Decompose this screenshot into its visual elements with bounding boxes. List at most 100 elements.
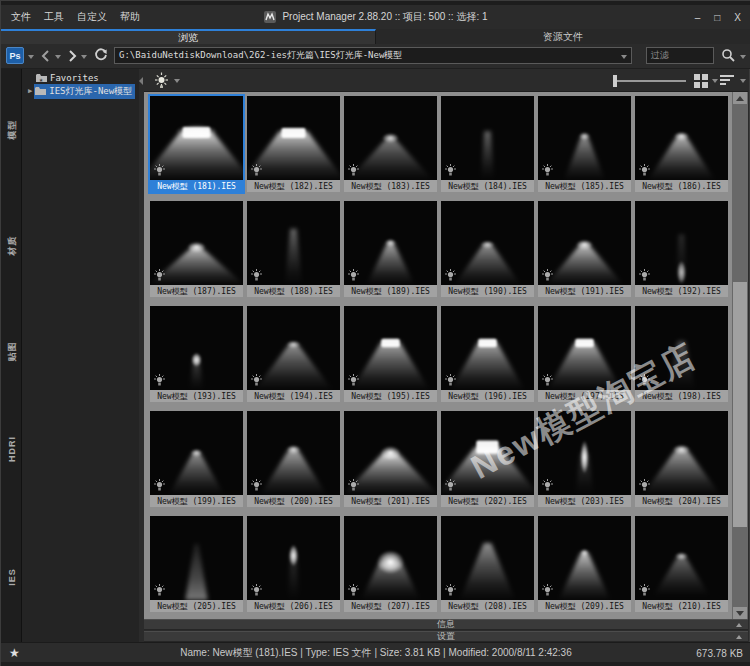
light-render-mode-icon[interactable]	[153, 72, 170, 89]
ies-preview-image	[247, 516, 340, 600]
sidebar-tab-贴图[interactable]: 贴图	[1, 331, 22, 371]
window-title: Project Manager 2.88.20 :: 项目: 500 :: 选择…	[282, 10, 487, 24]
ies-preview-image	[538, 411, 631, 495]
info-panel-bar[interactable]: 信息	[144, 619, 748, 630]
grid-item[interactable]: New模型 (192).IES	[635, 201, 732, 306]
grid-item[interactable]: New模型 (202).IES	[441, 411, 538, 516]
gallery-scrollbar[interactable]	[732, 92, 748, 619]
grid-item-label: New模型 (205).IES	[150, 600, 243, 612]
menu-item-1[interactable]: 工具	[44, 10, 64, 24]
back-dropdown-arrow[interactable]	[55, 55, 61, 59]
grid-item-label: New模型 (187).IES	[150, 285, 243, 297]
expand-arrow-icon[interactable]: ▶	[28, 87, 32, 95]
sidebar-tab-模型[interactable]: 模型	[1, 109, 22, 149]
grid-item[interactable]: New模型 (184).IES	[441, 96, 538, 201]
grid-item[interactable]: New模型 (207).IES	[344, 516, 441, 619]
grid-item[interactable]: New模型 (194).IES	[247, 306, 344, 411]
filter-input[interactable]: 过滤	[646, 47, 714, 64]
grid-item-label: New模型 (201).IES	[344, 495, 437, 507]
tab-resources[interactable]: 资源文件	[376, 29, 750, 44]
grid-item[interactable]: New模型 (203).IES	[538, 411, 635, 516]
thumbnail-size-slider-track[interactable]	[616, 80, 686, 82]
ies-type-icon	[153, 479, 166, 492]
grid-item[interactable]: New模型 (186).IES	[635, 96, 732, 201]
ies-type-icon	[250, 584, 263, 597]
back-button[interactable]	[39, 48, 53, 64]
sort-dropdown-arrow[interactable]	[740, 79, 746, 83]
forward-button[interactable]	[65, 48, 79, 64]
grid-item[interactable]: New模型 (195).IES	[344, 306, 441, 411]
scroll-down-button[interactable]	[733, 607, 747, 619]
grid-item[interactable]: New模型 (187).IES	[150, 201, 247, 306]
light-mode-dropdown-arrow[interactable]	[174, 79, 180, 83]
menu-item-2[interactable]: 自定义	[77, 10, 107, 24]
ies-type-icon	[638, 164, 651, 177]
ies-preview-image	[150, 411, 243, 495]
ies-preview-image	[247, 201, 340, 285]
search-dropdown-arrow[interactable]	[740, 55, 746, 59]
grid-item[interactable]: New模型 (188).IES	[247, 201, 344, 306]
grid-item[interactable]: New模型 (210).IES	[635, 516, 732, 619]
sidebar-tab-HDRI[interactable]: HDRI	[1, 429, 22, 469]
sort-icon[interactable]	[720, 74, 735, 88]
grid-view-icon[interactable]	[694, 74, 708, 88]
grid-item[interactable]: New模型 (206).IES	[247, 516, 344, 619]
ies-type-icon	[638, 584, 651, 597]
ies-preview-image	[635, 306, 728, 390]
grid-item[interactable]: New模型 (191).IES	[538, 201, 635, 306]
refresh-button[interactable]	[93, 47, 109, 63]
expand-settings-icon	[736, 635, 742, 639]
grid-item[interactable]: New模型 (208).IES	[441, 516, 538, 619]
grid-item[interactable]: New模型 (196).IES	[441, 306, 538, 411]
grid-item[interactable]: New模型 (200).IES	[247, 411, 344, 516]
grid-item-label: New模型 (199).IES	[150, 495, 243, 507]
forward-dropdown-arrow[interactable]	[81, 55, 87, 59]
ies-preview-image	[635, 201, 728, 285]
menu-item-0[interactable]: 文件	[11, 10, 31, 24]
grid-item-label: New模型 (185).IES	[538, 180, 631, 192]
grid-item[interactable]: New模型 (198).IES	[635, 306, 732, 411]
grid-item[interactable]: New模型 (209).IES	[538, 516, 635, 619]
tab-browse[interactable]: 浏览	[1, 29, 376, 44]
grid-item[interactable]: New模型 (205).IES	[150, 516, 247, 619]
search-icon[interactable]	[721, 48, 736, 63]
grid-item[interactable]: New模型 (183).IES	[344, 96, 441, 201]
grid-item[interactable]: New模型 (199).IES	[150, 411, 247, 516]
scroll-up-button[interactable]	[733, 92, 747, 104]
grid-item[interactable]: New模型 (185).IES	[538, 96, 635, 201]
grid-item-label: New模型 (196).IES	[441, 390, 534, 402]
ies-preview-image	[441, 306, 534, 390]
maximize-button[interactable]: □	[714, 12, 720, 23]
menu-item-3[interactable]: 帮助	[120, 10, 140, 24]
sidebar-tab-材质[interactable]: 材质	[1, 225, 22, 265]
grid-item[interactable]: New模型 (193).IES	[150, 306, 247, 411]
thumbnail-gallery: New模型 (181).IESNew模型 (182).IESNew模型 (183…	[144, 92, 748, 619]
category-sidebar: 模型材质贴图 HDRI IES	[1, 69, 22, 642]
tree-item-1[interactable]: ▶IES灯光库-New模型	[28, 84, 135, 98]
grid-item[interactable]: New模型 (190).IES	[441, 201, 538, 306]
ies-preview-image	[635, 96, 728, 180]
thumbnail-size-slider-thumb[interactable]	[613, 75, 617, 87]
close-button[interactable]: X	[734, 12, 741, 23]
ies-preview-image	[635, 516, 728, 600]
path-combobox[interactable]: G:\BaiduNetdiskDownload\262-ies灯光篇\IES灯光…	[114, 47, 632, 64]
ps-dropdown-arrow[interactable]	[28, 55, 34, 59]
ies-type-icon	[444, 479, 457, 492]
grid-item[interactable]: New模型 (189).IES	[344, 201, 441, 306]
settings-panel-bar[interactable]: 设置	[144, 631, 748, 642]
minimize-button[interactable]: –	[695, 12, 701, 23]
grid-item[interactable]: New模型 (197).IES	[538, 306, 635, 411]
scrollbar-thumb[interactable]	[733, 282, 747, 527]
path-dropdown-arrow[interactable]	[621, 55, 627, 59]
grid-item[interactable]: New模型 (181).IES	[150, 96, 247, 201]
ies-type-icon	[638, 479, 651, 492]
grid-view-dropdown-arrow[interactable]	[712, 79, 718, 83]
ies-type-icon	[541, 269, 554, 282]
grid-item[interactable]: New模型 (204).IES	[635, 411, 732, 516]
sidebar-tab-IES[interactable]: IES	[1, 557, 22, 597]
ies-type-icon	[347, 584, 360, 597]
ps-thumbnail-button[interactable]: Ps	[6, 47, 24, 64]
expand-info-icon	[736, 623, 742, 627]
grid-item[interactable]: New模型 (201).IES	[344, 411, 441, 516]
grid-item[interactable]: New模型 (182).IES	[247, 96, 344, 201]
